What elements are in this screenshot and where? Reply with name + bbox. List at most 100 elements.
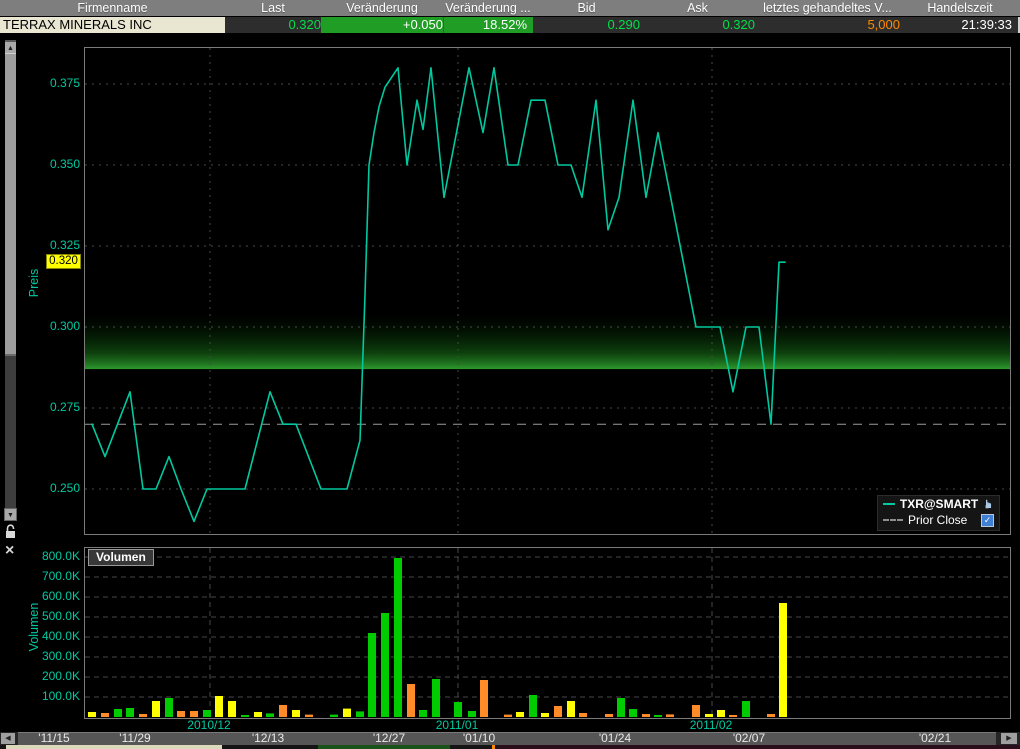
price-axis-tick-label: 0.250 <box>28 481 80 495</box>
volume-bar <box>654 715 662 717</box>
legend-prior-close-row: Prior Close ✓ <box>878 512 999 528</box>
volume-bar <box>407 684 415 717</box>
scroll-right-icon[interactable]: ▶ <box>1001 733 1017 744</box>
price-axis-tick-label: 0.350 <box>28 157 80 171</box>
volume-bar <box>579 713 587 717</box>
column-header-handelszeit[interactable]: Handelszeit <box>900 0 1020 16</box>
volume-chart-plot[interactable] <box>84 547 1011 719</box>
volume-axis-tick-label: 700.0K <box>28 569 80 583</box>
volume-bar <box>292 710 300 717</box>
column-header-last[interactable]: Last <box>225 0 321 16</box>
change-cell[interactable]: +0.050 <box>321 17 449 33</box>
trade-time-cell: 21:39:33 <box>900 17 1020 33</box>
volume-bar <box>729 715 737 717</box>
volume-bar <box>419 710 427 717</box>
volume-bar <box>228 701 236 717</box>
volume-bar <box>139 714 147 717</box>
volume-bar <box>692 705 700 717</box>
time-scrollbar[interactable]: ◀ ▶ '11/15'11/29'12/13'12/27'01/10'01/24… <box>0 732 1020 745</box>
price-axis-tick-label: 0.300 <box>28 319 80 333</box>
volume-bar <box>305 715 313 717</box>
volume-bar <box>368 633 376 717</box>
volume-axis-tick-label: 500.0K <box>28 609 80 623</box>
volume-bar <box>88 712 96 717</box>
date-tick-label: '11/29 <box>119 732 150 745</box>
price-line <box>92 68 785 522</box>
legend-series-row: TXR@SMART ☛ <box>878 496 999 512</box>
volume-bar <box>717 710 725 717</box>
last-price-cell[interactable]: 0.320 <box>225 17 327 33</box>
volume-chart-canvas[interactable] <box>85 548 1010 718</box>
prior-close-checkbox[interactable]: ✓ <box>981 514 994 527</box>
price-chart-canvas[interactable] <box>85 48 1010 534</box>
time-scrollbar-thumb[interactable] <box>18 732 996 745</box>
volume-bar <box>541 713 549 717</box>
column-header-firmenname[interactable]: Firmenname <box>0 0 225 16</box>
volume-axis-tick-label: 300.0K <box>28 649 80 663</box>
scroll-left-icon[interactable]: ◀ <box>1 733 15 744</box>
volume-axis-tick-label: 200.0K <box>28 669 80 683</box>
volume-bar <box>215 696 223 717</box>
bottom-strip-green <box>318 745 450 749</box>
last-trade-band <box>85 314 1010 369</box>
volume-bar <box>705 714 713 717</box>
last-price-tag: 0.320 <box>46 254 81 269</box>
chart-window: Firmenname Last Veränderung Veränderung … <box>0 0 1020 749</box>
volume-bar <box>241 715 249 717</box>
scroll-down-icon[interactable]: ▼ <box>4 508 17 521</box>
pan-hand-icon[interactable]: ☛ <box>982 499 996 510</box>
last-trade-size-cell[interactable]: 5,000 <box>755 17 906 33</box>
volume-bar <box>343 709 351 717</box>
bottom-strip-beige <box>6 745 222 749</box>
volume-axis-tick-label: 100.0K <box>28 689 80 703</box>
date-tick-label: '02/07 <box>733 732 765 745</box>
volume-bar <box>480 680 488 717</box>
volume-panel-label: Volumen <box>88 549 154 566</box>
volume-bar <box>254 712 262 717</box>
volume-bar <box>356 711 364 717</box>
prior-close-label: Prior Close <box>908 513 976 527</box>
vertical-scrollbar-thumb[interactable] <box>5 53 16 356</box>
vertical-scrollbar[interactable]: ▲ <box>5 40 16 508</box>
series-line-swatch <box>883 503 895 505</box>
column-header-bid[interactable]: Bid <box>533 0 640 16</box>
volume-bar <box>279 705 287 717</box>
volume-bar <box>605 714 613 717</box>
volume-axis-tick-label: 800.0K <box>28 549 80 563</box>
bottom-edge-strip <box>0 745 1020 749</box>
bottom-strip-maroon <box>497 745 1020 749</box>
date-tick-label: '11/15 <box>38 732 69 745</box>
column-header-veraenderung[interactable]: Veränderung <box>321 0 443 16</box>
volume-bar <box>779 603 787 717</box>
volume-bar <box>177 711 185 717</box>
ask-cell[interactable]: 0.320 <box>640 17 761 33</box>
price-axis-tick-label: 0.325 <box>28 238 80 252</box>
company-name-cell[interactable]: TERRAX MINERALS INC <box>0 17 228 33</box>
volume-bar <box>642 714 650 717</box>
price-axis-title: Preis <box>27 253 41 313</box>
date-tick-label: '01/24 <box>599 732 631 745</box>
date-tick-label: '12/27 <box>373 732 405 745</box>
price-chart-plot[interactable] <box>84 47 1011 535</box>
chart-legend[interactable]: TXR@SMART ☛ Prior Close ✓ <box>877 495 1000 531</box>
close-panel-icon[interactable]: × <box>5 543 14 559</box>
volume-axis-tick-label: 600.0K <box>28 589 80 603</box>
column-header-veraenderung-pct[interactable]: Veränderung ... <box>443 0 533 16</box>
volume-bar <box>468 711 476 717</box>
scroll-up-icon[interactable]: ▲ <box>5 40 16 53</box>
date-tick-label: '01/10 <box>463 732 495 745</box>
price-axis-tick-label: 0.275 <box>28 400 80 414</box>
bid-cell[interactable]: 0.290 <box>533 17 646 33</box>
volume-bar <box>516 712 524 717</box>
volume-bar <box>504 715 512 717</box>
volume-bar <box>629 709 637 717</box>
change-percent-cell[interactable]: 18.52% <box>443 17 533 33</box>
volume-bar <box>394 558 402 717</box>
volume-bar <box>381 613 389 717</box>
column-header-last-size[interactable]: letztes gehandeltes V... <box>755 0 900 16</box>
month-label: 2011/02 <box>690 719 733 732</box>
column-header-ask[interactable]: Ask <box>640 0 755 16</box>
prior-close-swatch <box>883 519 903 521</box>
volume-bar <box>152 701 160 717</box>
date-tick-label: '02/21 <box>919 732 951 745</box>
